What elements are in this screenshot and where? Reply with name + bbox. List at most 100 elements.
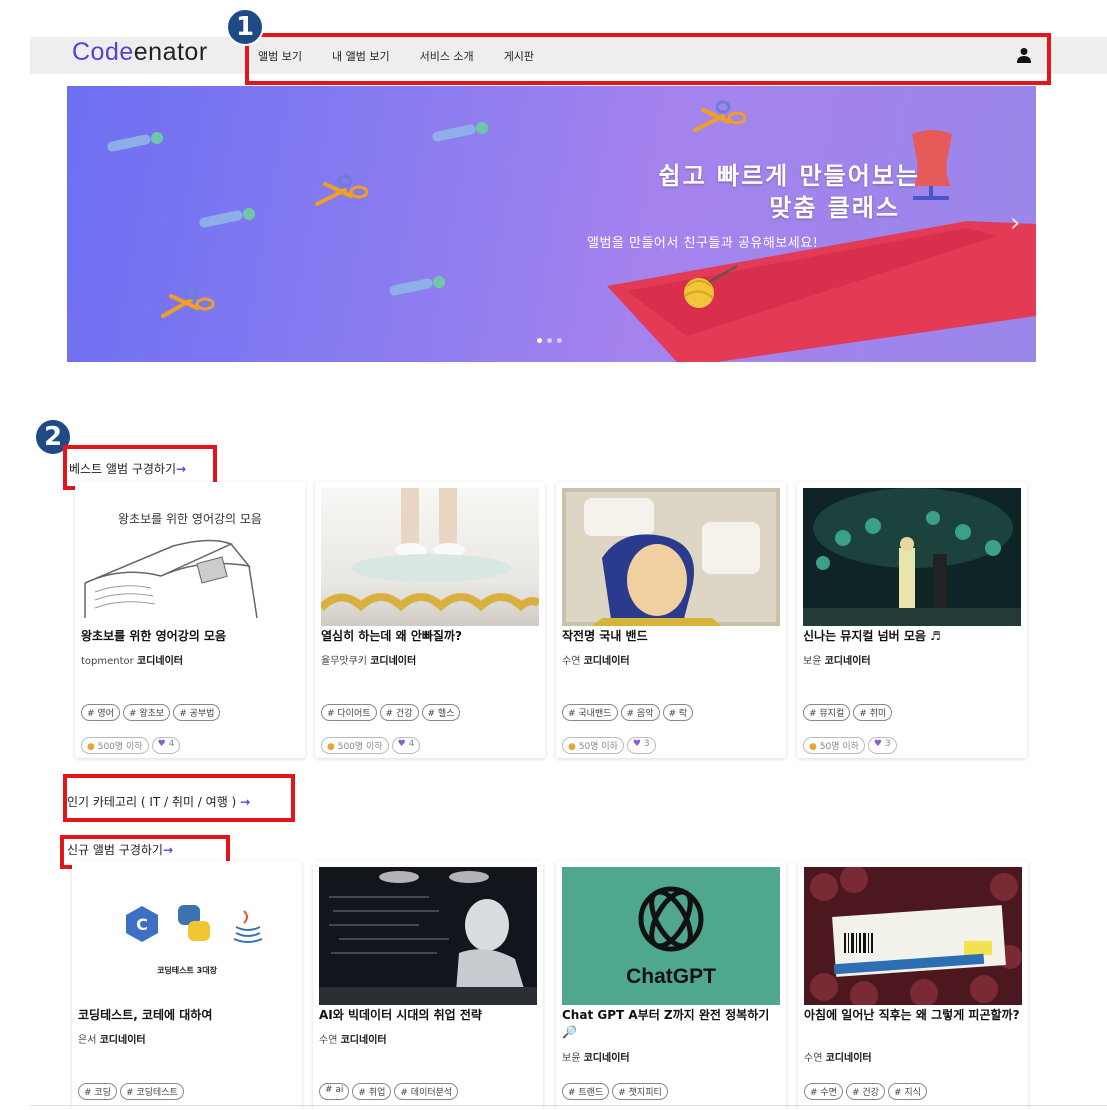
tag[interactable]: # 수면 [804,1083,843,1100]
card-meta: ● 500명 이하 ♥ 4 [321,737,421,754]
album-card[interactable]: ChatGPT Chat GPT A부터 Z까지 완전 정복하기 🔎 보윤 코디… [556,861,786,1110]
card-tags: # 코딩 # 코딩테스트 [78,1083,184,1100]
tag[interactable]: # 헬스 [421,704,461,721]
card-thumbnail: C 코딩테스트 3대장 [78,867,296,1005]
like-count-badge: ♥ 4 [391,737,421,754]
grapes-photo [804,867,1022,1005]
hero-banner[interactable]: 쉽고 빠르게 만들어보는 맞춤 클래스 앨범을 만들어서 친구들과 공유해보세요… [67,86,1036,362]
card-tags: # 다이어트 # 건강 # 헬스 [321,704,461,721]
tag[interactable]: # 다이어트 [321,704,377,721]
card-tags: # 트랜드 # 챗지피티 [562,1083,668,1100]
tag[interactable]: # 코딩 [78,1083,117,1100]
bottom-divider [30,1105,1107,1106]
tag[interactable]: # 국내밴드 [562,704,618,721]
author-brand: 코디네이터 [340,1035,387,1046]
tag[interactable]: # 락 [662,704,694,721]
tag[interactable]: # 취미 [853,704,893,721]
album-card[interactable]: AI와 빅데이터 시대의 취업 전략 수연 코디네이터 # ai # 취업 # … [313,861,543,1110]
card-tags: # 국내밴드 # 음악 # 락 [562,704,694,721]
album-card[interactable]: 열심히 하는데 왜 안빠질까? 율무맛쿠키 코디네이터 # 다이어트 # 건강 … [315,482,545,758]
album-card[interactable]: C 코딩테스트 3대장 코딩테스트, 코테에 대하여 은서 코디네이터 # 코딩… [72,861,302,1110]
card-author: 보윤 코디네이터 [803,652,871,667]
member-icon: ● [87,742,95,752]
card-title: AI와 빅데이터 시대의 취업 전략 [319,1008,482,1022]
like-count-badge: ♥ 3 [626,737,656,754]
card-tags: # ai # 취업 # 데이터분석 [319,1083,459,1100]
tag[interactable]: # 지식 [887,1083,927,1100]
section-best-label: 베스트 앨범 구경하기 [69,462,176,476]
annotation-badge-1: 1 [226,8,264,46]
tag[interactable]: # 건강 [379,704,419,721]
author-name: 은서 [78,1035,97,1046]
tag[interactable]: # 왕초보 [122,704,171,721]
card-thumbnail [321,488,539,626]
like-count: 4 [168,739,175,749]
author-name: 수연 [804,1053,823,1064]
card-title: Chat GPT A부터 Z까지 완전 정복하기 🔎 [562,1008,770,1039]
arrow-right-icon: → [240,795,251,809]
member-count-badge: ● 50명 이하 [562,737,624,754]
coding-logos: C [126,905,263,943]
heart-icon: ♥ [873,739,882,749]
logo-code-text: Code [72,38,134,66]
card-author: 율무맛쿠키 코디네이터 [321,652,416,667]
logo-enator-text: enator [133,38,208,66]
scale-photo [321,488,539,612]
tag[interactable]: # 음악 [620,704,660,721]
like-count: 3 [643,739,650,749]
author-brand: 코디네이터 [136,656,183,667]
member-count: 50명 이하 [578,742,618,752]
arrow-right-icon: → [162,843,174,857]
heart-icon: ♥ [632,739,641,749]
tag[interactable]: # 트랜드 [562,1083,610,1100]
author-brand: 코디네이터 [825,1053,872,1064]
album-card[interactable]: 신나는 뮤지컬 넘버 모음 ♬ 보윤 코디네이터 # 뮤지컬 # 취미 ● 50… [797,482,1027,758]
tag[interactable]: # 뮤지컬 [803,704,851,721]
tag[interactable]: # 취업 [352,1083,392,1100]
member-icon: ● [809,742,817,752]
tag[interactable]: # ai [319,1083,350,1100]
author-brand: 코디네이터 [583,656,630,667]
card-thumbnail [562,488,780,626]
hero-title-line1: 쉽고 빠르게 만들어보는 [658,162,920,190]
author-name: 수연 [562,656,581,667]
thumb-caption: 코딩테스트 3대장 [157,966,217,975]
carousel-dot-1[interactable] [537,338,542,343]
section-best-link[interactable]: 베스트 앨범 구경하기→ [69,460,186,477]
carousel-dot-2[interactable] [547,338,552,343]
chevron-right-icon[interactable]: › [1010,208,1020,238]
card-title: 코딩테스트, 코테에 대하여 [78,1008,213,1022]
card-meta: ● 50명 이하 ♥ 3 [803,737,897,754]
author-name: 수연 [319,1035,338,1046]
card-title: 신나는 뮤지컬 넘버 모음 ♬ [803,629,941,643]
arrow-right-icon: → [176,462,187,476]
site-logo[interactable]: Codeenator [72,38,208,67]
author-name: 보윤 [803,656,822,667]
member-count: 50명 이하 [819,742,859,752]
author-name: 보윤 [562,1053,581,1064]
carousel-dot-3[interactable] [557,338,562,343]
album-card[interactable]: 작전명 국내 밴드 수연 코디네이터 # 국내밴드 # 음악 # 락 ● 50명… [556,482,786,758]
hero-title-line2: 맞춤 클래스 [769,194,900,222]
album-card[interactable]: 왕초보를 위한 영어강의 모음 왕초보를 위한 영어강의 모음 topmento… [75,482,305,758]
album-card[interactable]: 아침에 일어난 직후는 왜 그렇게 피곤할까? 수연 코디네이터 # 수면 # … [798,861,1028,1110]
section-popular-link[interactable]: 인기 카테고리 ( IT / 취미 / 여행 ) → [67,793,250,810]
section-new-link[interactable]: 신규 앨범 구경하기→ [67,841,173,858]
card-thumbnail [804,867,1022,1005]
author-brand: 코디네이터 [370,656,417,667]
card-author: 수연 코디네이터 [804,1049,872,1064]
author-brand: 코디네이터 [99,1035,146,1046]
tag[interactable]: # 데이터분석 [394,1083,459,1100]
heart-icon: ♥ [157,739,166,749]
card-tags: # 뮤지컬 # 취미 [803,704,893,721]
musical-photo [803,488,1021,626]
card-author: 은서 코디네이터 [78,1031,146,1046]
tag[interactable]: # 공부법 [173,704,221,721]
tag[interactable]: # 건강 [845,1083,885,1100]
tag[interactable]: # 영어 [81,704,120,721]
author-name: topmentor [81,656,134,667]
tag[interactable]: # 챗지피티 [612,1083,668,1100]
tag[interactable]: # 코딩테스트 [119,1083,184,1100]
section-new-label: 신규 앨범 구경하기 [67,843,163,857]
member-count-badge: ● 50명 이하 [803,737,865,754]
